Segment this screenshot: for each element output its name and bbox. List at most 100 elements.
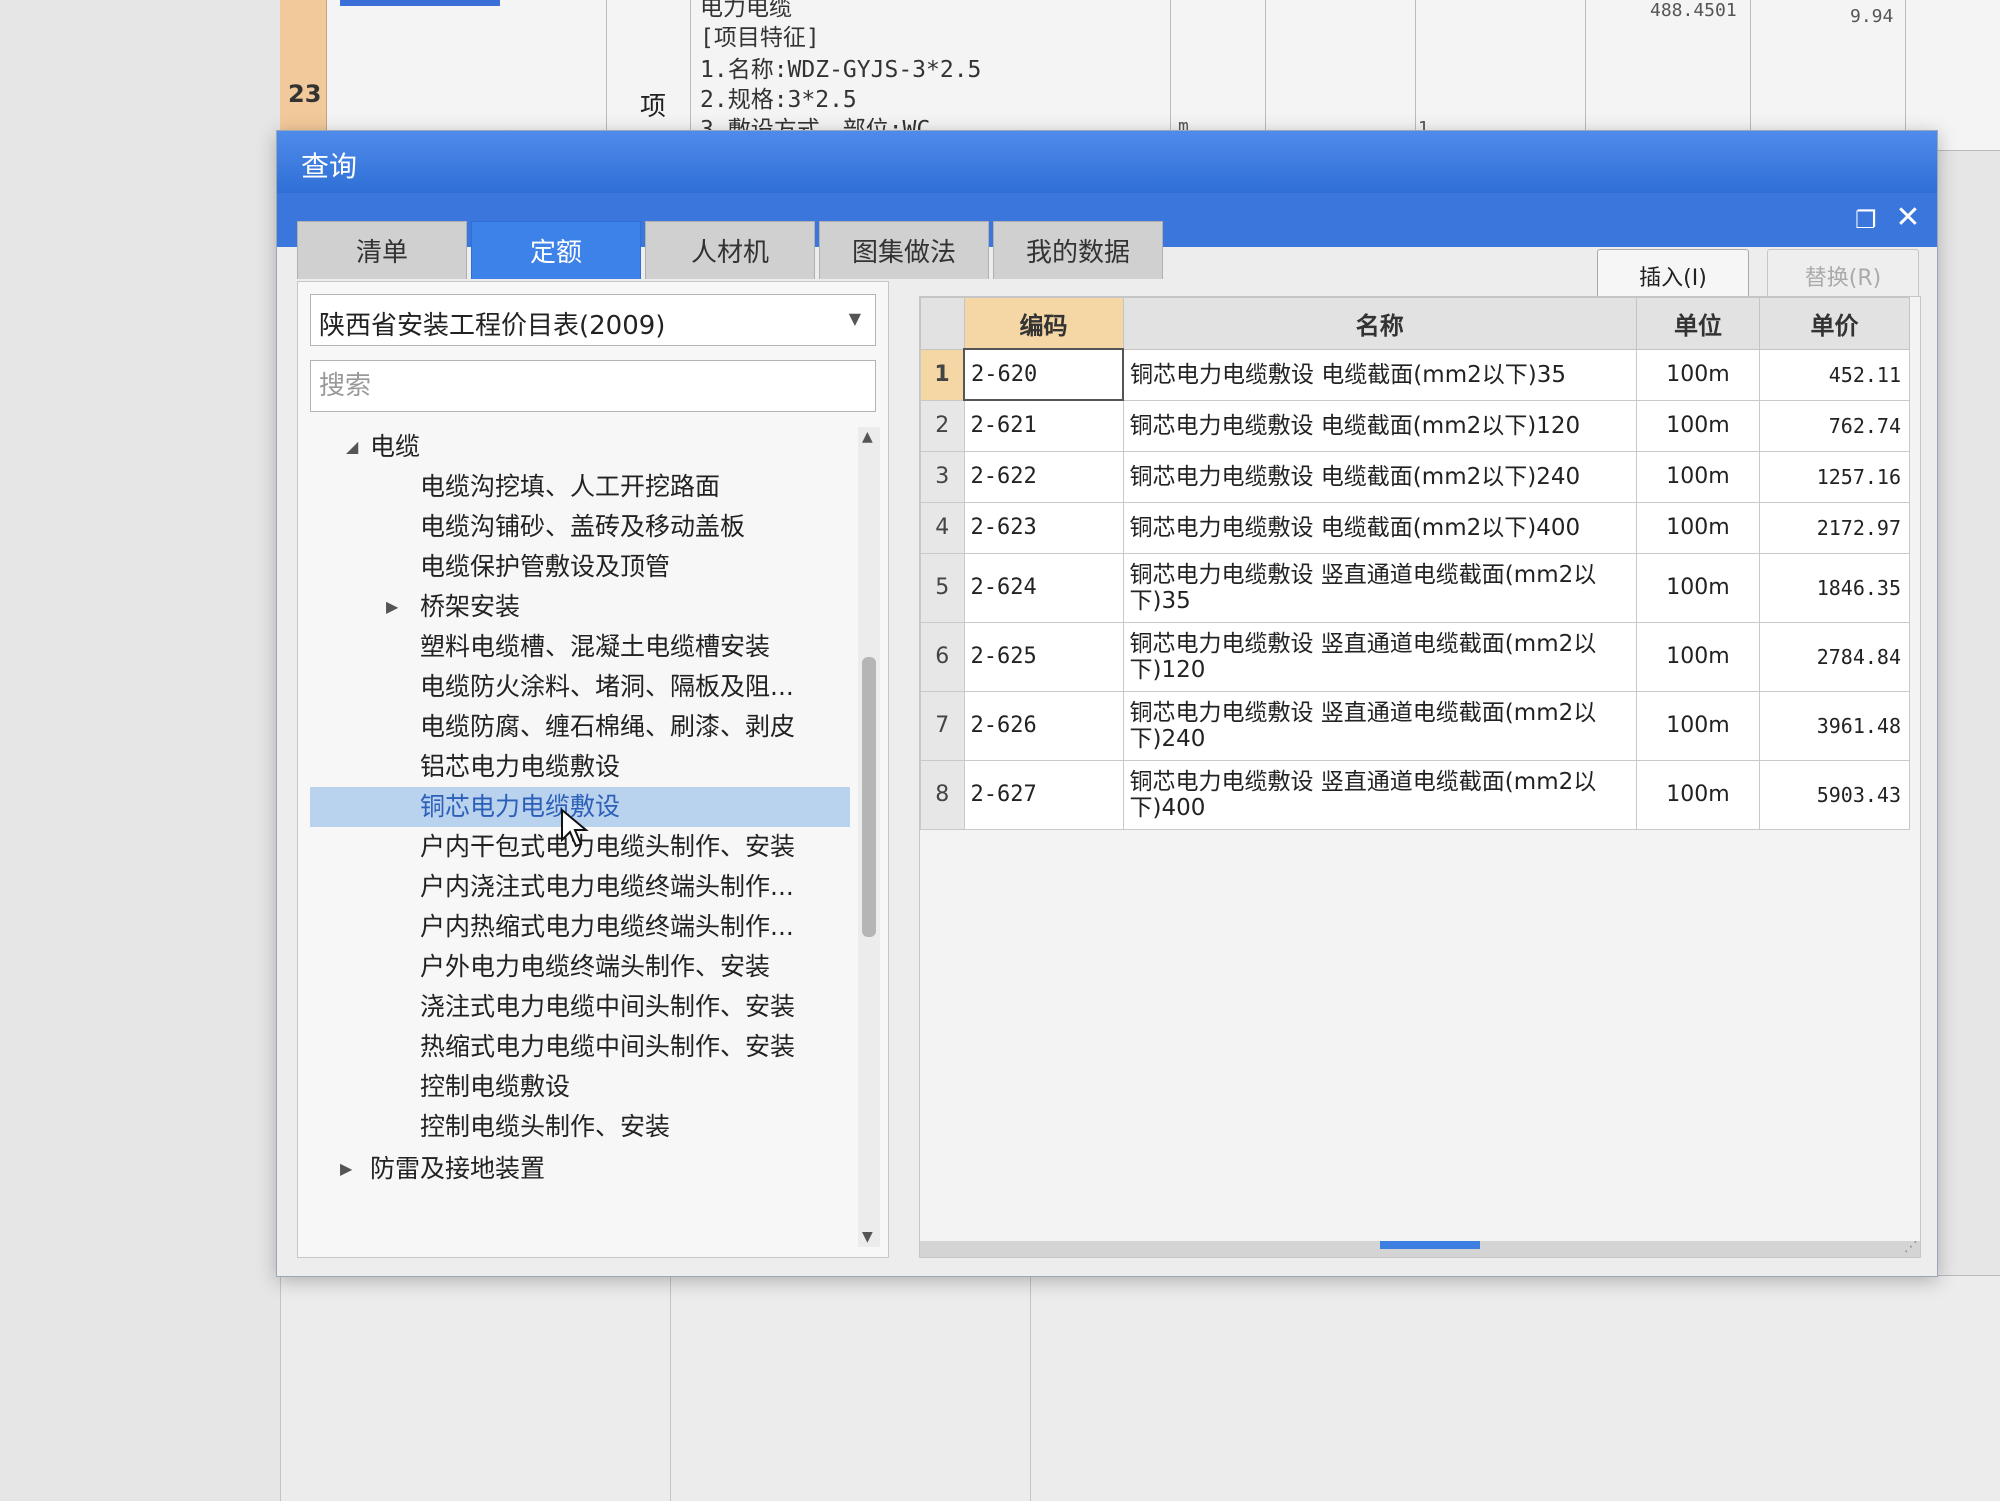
cell-unit[interactable]: 100m	[1636, 621, 1760, 692]
tree-item-lightning-grounding[interactable]: ▶ 防雷及接地装置	[340, 1149, 545, 1189]
cell-unit[interactable]: 100m	[1636, 690, 1760, 761]
tree-item[interactable]: 户外电力电缆终端头制作、安装	[420, 947, 770, 987]
table-row[interactable]: 8 2-627 铜芯电力电缆敷设 竖直通道电缆截面(mm2以下)400 100m…	[920, 759, 1910, 830]
table-row[interactable]: 1 2-620 铜芯电力电缆敷设 电缆截面(mm2以下)35 100m 452.…	[920, 348, 1910, 401]
scroll-thumb[interactable]	[862, 657, 876, 937]
tree-item[interactable]: 控制电缆头制作、安装	[420, 1107, 670, 1147]
tree-item[interactable]: 电缆保护管敷设及顶管	[420, 547, 670, 587]
column-header-code[interactable]: 编码	[963, 297, 1124, 350]
background-selection-bar	[340, 0, 500, 6]
cell-unit[interactable]: 100m	[1636, 501, 1760, 554]
left-pane: 陕西省安装工程价目表(2009) ▼ ◢ 电缆 电缆沟挖填、人工开挖路面 电缆沟…	[297, 281, 889, 1258]
cell-code[interactable]: 2-625	[963, 621, 1124, 692]
bg-row-number-cell[interactable]: 23	[280, 0, 327, 150]
scroll-down-icon[interactable]: ▼	[862, 1229, 873, 1245]
chevron-down-icon[interactable]: ▼	[849, 309, 861, 328]
tab-labor-material-machine[interactable]: 人材机	[645, 221, 815, 279]
resize-grip-icon[interactable]: ⋰	[1904, 1239, 1918, 1255]
catalog-select[interactable]: 陕西省安装工程价目表(2009) ▼	[310, 294, 876, 346]
close-icon[interactable]: ✕	[1893, 203, 1923, 233]
cell-price[interactable]: 1846.35	[1759, 552, 1910, 623]
tab-quota[interactable]: 定额	[471, 221, 641, 279]
cell-price[interactable]: 5903.43	[1759, 759, 1910, 830]
cell-unit[interactable]: 100m	[1636, 552, 1760, 623]
cell-price[interactable]: 2172.97	[1759, 501, 1910, 554]
tree-item[interactable]: 控制电缆敷设	[420, 1067, 570, 1107]
grid-horizontal-scrollbar[interactable]	[920, 1241, 1920, 1257]
column-header-unit[interactable]: 单位	[1636, 297, 1760, 350]
tree-item[interactable]: 电缆防腐、缠石棉绳、刷漆、剥皮	[420, 707, 795, 747]
tab-atlas-method[interactable]: 图集做法	[819, 221, 989, 279]
cell-unit[interactable]: 100m	[1636, 399, 1760, 452]
tree-item[interactable]: 铝芯电力电缆敷设	[420, 747, 620, 787]
tree-scrollbar[interactable]: ▲ ▼	[858, 427, 880, 1247]
bg-feature-line: 2.规格:3*2.5	[700, 87, 857, 113]
column-header-name[interactable]: 名称	[1122, 297, 1637, 350]
tab-my-data[interactable]: 我的数据	[993, 221, 1163, 279]
row-number: 3	[920, 450, 965, 503]
dialog-title-bar[interactable]: 查询	[277, 131, 1937, 193]
tree-item[interactable]: 电缆沟挖填、人工开挖路面	[420, 467, 720, 507]
search-input[interactable]	[310, 360, 876, 412]
cell-price[interactable]: 1257.16	[1759, 450, 1910, 503]
cell-code[interactable]: 2-620	[963, 348, 1124, 401]
expanded-triangle-icon[interactable]: ◢	[346, 427, 358, 467]
cell-code[interactable]: 2-622	[963, 450, 1124, 503]
table-row[interactable]: 7 2-626 铜芯电力电缆敷设 竖直通道电缆截面(mm2以下)240 100m…	[920, 690, 1910, 761]
cell-name[interactable]: 铜芯电力电缆敷设 电缆截面(mm2以下)35	[1122, 348, 1637, 401]
bg-number: 9.94	[1850, 6, 1894, 27]
tree-item-cable[interactable]: ◢ 电缆	[346, 427, 420, 467]
cell-name[interactable]: 铜芯电力电缆敷设 竖直通道电缆截面(mm2以下)400	[1122, 759, 1637, 830]
collapsed-triangle-icon[interactable]: ▶	[386, 587, 398, 627]
tree-item[interactable]: 电缆防火涂料、堵洞、隔板及阻...	[420, 667, 794, 707]
mouse-cursor-icon	[561, 808, 589, 848]
tab-bill[interactable]: 清单	[297, 221, 467, 279]
cell-code[interactable]: 2-626	[963, 690, 1124, 761]
table-row[interactable]: 5 2-624 铜芯电力电缆敷设 竖直通道电缆截面(mm2以下)35 100m …	[920, 552, 1910, 623]
insert-button[interactable]: 插入(I)	[1597, 249, 1749, 303]
cell-code[interactable]: 2-621	[963, 399, 1124, 452]
cell-price[interactable]: 2784.84	[1759, 621, 1910, 692]
cell-unit[interactable]: 100m	[1636, 450, 1760, 503]
restore-icon[interactable]: ❐	[1855, 208, 1877, 232]
query-dialog: 查询 ❐ ✕ 清单 定额 人材机 图集做法 我的数据 插入(I) 替换(R) 陕…	[276, 130, 1938, 1277]
table-row[interactable]: 3 2-622 铜芯电力电缆敷设 电缆截面(mm2以下)240 100m 125…	[920, 450, 1910, 503]
tree-item[interactable]: 户内浇注式电力电缆终端头制作...	[420, 867, 794, 907]
replace-button[interactable]: 替换(R)	[1767, 249, 1919, 303]
collapsed-triangle-icon[interactable]: ▶	[340, 1149, 352, 1189]
tree-item[interactable]: 电缆沟铺砂、盖砖及移动盖板	[420, 507, 745, 547]
table-row[interactable]: 2 2-621 铜芯电力电缆敷设 电缆截面(mm2以下)120 100m 762…	[920, 399, 1910, 452]
tree-item[interactable]: 塑料电缆槽、混凝土电缆槽安装	[420, 627, 770, 667]
cell-price[interactable]: 762.74	[1759, 399, 1910, 452]
cell-name[interactable]: 铜芯电力电缆敷设 电缆截面(mm2以下)120	[1122, 399, 1637, 452]
cell-name[interactable]: 铜芯电力电缆敷设 电缆截面(mm2以下)400	[1122, 501, 1637, 554]
scroll-thumb[interactable]	[1380, 1241, 1480, 1249]
cell-name[interactable]: 铜芯电力电缆敷设 竖直通道电缆截面(mm2以下)35	[1122, 552, 1637, 623]
cell-code[interactable]: 2-623	[963, 501, 1124, 554]
row-number: 8	[920, 759, 965, 830]
tree-item[interactable]: 热缩式电力电缆中间头制作、安装	[420, 1027, 795, 1067]
dialog-title: 查询	[301, 150, 358, 183]
cell-code[interactable]: 2-627	[963, 759, 1124, 830]
quota-table: 编码 名称 单位 单价 1 2-620 铜芯电力电缆敷设 电缆截面(mm2以下)…	[920, 297, 1910, 830]
cell-name[interactable]: 铜芯电力电缆敷设 竖直通道电缆截面(mm2以下)240	[1122, 690, 1637, 761]
column-header-price[interactable]: 单价	[1759, 297, 1910, 350]
row-number: 2	[920, 399, 965, 452]
tree-item[interactable]: 浇注式电力电缆中间头制作、安装	[420, 987, 795, 1027]
tab-bar: 清单 定额 人材机 图集做法 我的数据	[297, 221, 1163, 281]
cell-unit[interactable]: 100m	[1636, 759, 1760, 830]
background-spreadsheet	[280, 0, 2000, 151]
table-row[interactable]: 6 2-625 铜芯电力电缆敷设 竖直通道电缆截面(mm2以下)120 100m…	[920, 621, 1910, 692]
cell-name[interactable]: 铜芯电力电缆敷设 竖直通道电缆截面(mm2以下)120	[1122, 621, 1637, 692]
scroll-up-icon[interactable]: ▲	[862, 429, 873, 445]
tree-item[interactable]: 户内干包式电力电缆头制作、安装	[420, 827, 795, 867]
cell-code[interactable]: 2-624	[963, 552, 1124, 623]
cell-unit[interactable]: 100m	[1636, 348, 1760, 401]
tree-item-cable-tray[interactable]: ▶ 桥架安装	[386, 587, 520, 627]
tree-item[interactable]: 户内热缩式电力电缆终端头制作...	[420, 907, 794, 947]
cell-name[interactable]: 铜芯电力电缆敷设 电缆截面(mm2以下)240	[1122, 450, 1637, 503]
cell-price[interactable]: 3961.48	[1759, 690, 1910, 761]
background-lower-sheet	[280, 1275, 2000, 1501]
table-row[interactable]: 4 2-623 铜芯电力电缆敷设 电缆截面(mm2以下)400 100m 217…	[920, 501, 1910, 554]
cell-price[interactable]: 452.11	[1759, 348, 1910, 401]
